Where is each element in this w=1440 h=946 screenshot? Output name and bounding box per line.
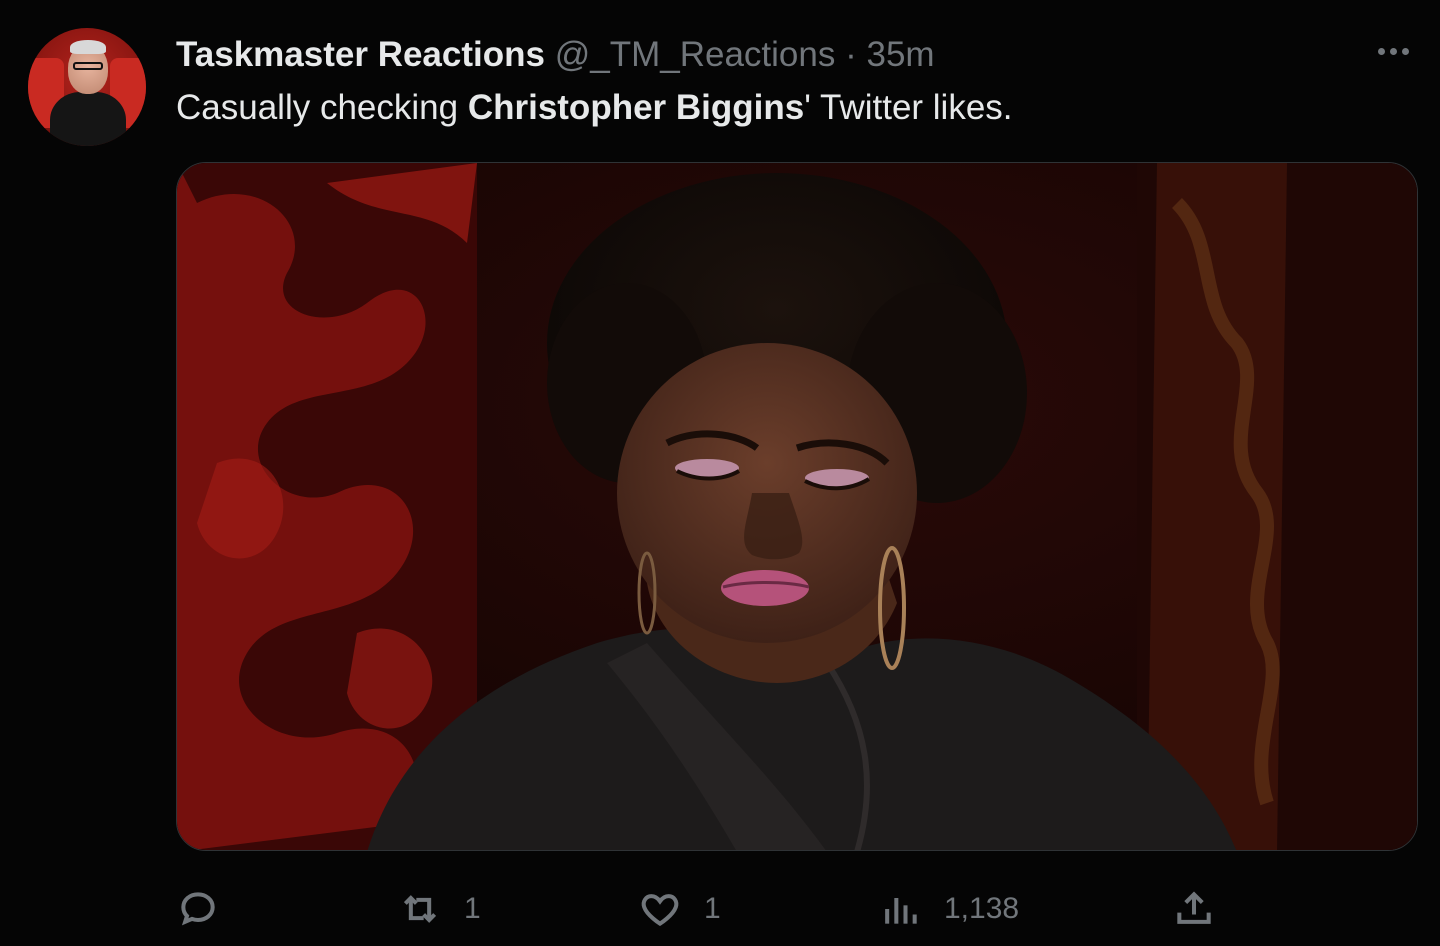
display-name[interactable]: Taskmaster Reactions	[176, 35, 545, 74]
views-count: 1,138	[944, 892, 1020, 925]
video-frame-image	[177, 163, 1417, 850]
avatar-glasses	[73, 62, 103, 70]
avatar-hair	[70, 40, 106, 54]
separator-dot: ·	[845, 35, 857, 74]
more-dot	[1402, 48, 1409, 55]
tweet-text-bold: Christopher Biggins	[467, 88, 805, 127]
tweet[interactable]: Taskmaster Reactions @_TM_Reactions · 35…	[0, 0, 1440, 946]
views-button[interactable]: 1,138	[878, 880, 1019, 938]
reply-button[interactable]	[176, 880, 242, 938]
share-icon	[1177, 891, 1211, 924]
like-button[interactable]: 1	[638, 880, 721, 938]
avatar-body	[50, 92, 126, 146]
user-handle[interactable]: @_TM_Reactions	[555, 35, 836, 74]
more-dot	[1378, 48, 1385, 55]
heart-icon	[641, 894, 679, 927]
like-count: 1	[704, 892, 721, 925]
reply-icon	[181, 892, 215, 926]
retweet-icon	[403, 895, 437, 923]
more-dot	[1390, 48, 1397, 55]
tweet-text-after: ' Twitter likes.	[804, 88, 1013, 127]
tweet-header: Taskmaster Reactions @_TM_Reactions · 35…	[176, 34, 935, 76]
retweet-button[interactable]: 1	[398, 880, 481, 938]
tweet-actions: 1 1 1,138	[176, 880, 1240, 938]
more-icon[interactable]	[1376, 38, 1411, 65]
timestamp[interactable]: 35m	[866, 35, 934, 74]
retweet-count: 1	[464, 892, 481, 925]
share-button[interactable]	[1172, 880, 1216, 938]
tweet-media[interactable]	[176, 162, 1418, 851]
tweet-text: Casually checking Christopher Biggins' T…	[176, 86, 1013, 130]
views-icon	[885, 898, 917, 924]
avatar[interactable]	[28, 28, 146, 146]
tweet-text-before: Casually checking	[176, 88, 468, 127]
